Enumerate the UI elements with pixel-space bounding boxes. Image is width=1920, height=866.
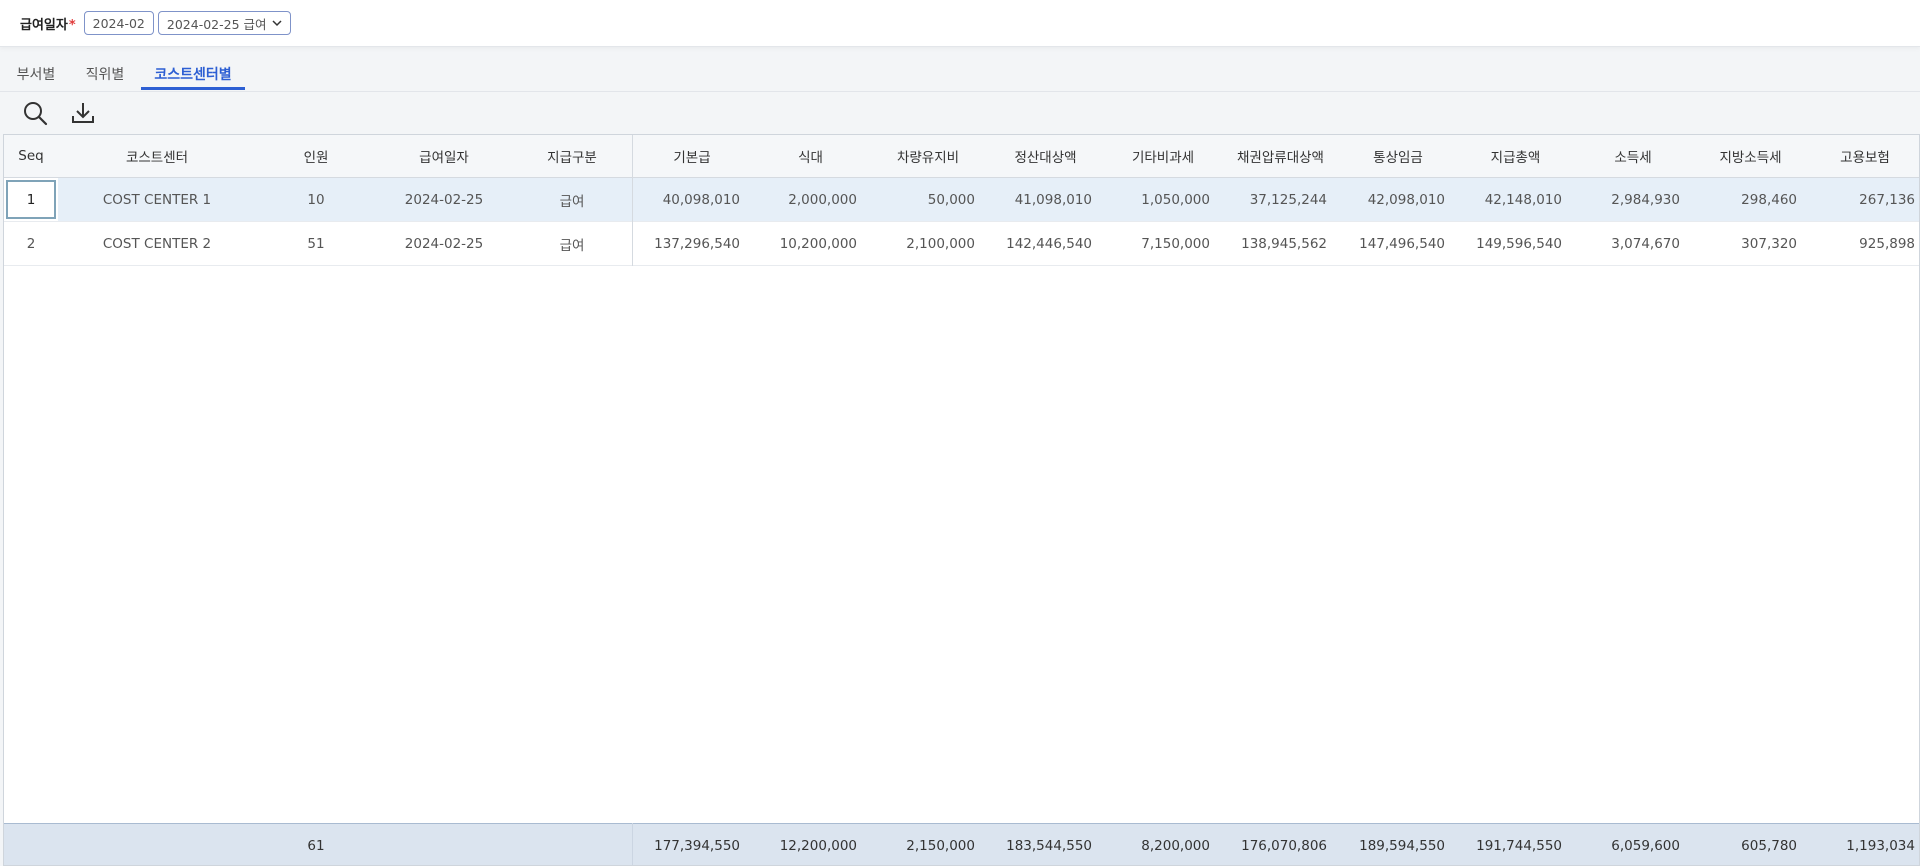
tab-by-department[interactable]: 부서별 <box>14 62 58 90</box>
tab-by-cost-center[interactable]: 코스트센터별 <box>141 62 245 90</box>
col-header-base-pay[interactable]: 기본급 <box>632 135 752 177</box>
total-settlement: 183,544,550 <box>1006 838 1092 854</box>
cell-total-pay[interactable]: 149,596,540 <box>1457 222 1574 265</box>
cell-other-nontax[interactable]: 7,150,000 <box>1104 222 1222 265</box>
cell-headcount[interactable]: 10 <box>256 178 376 221</box>
col-header-income-tax[interactable]: 소득세 <box>1574 135 1692 177</box>
total-other-nontax: 8,200,000 <box>1141 838 1210 854</box>
pay-month-value: 2024-02 <box>92 15 145 31</box>
table-row[interactable]: 2 COST CENTER 2 51 2024-02-25 급여 137,296… <box>4 222 1919 266</box>
cell-local-tax[interactable]: 298,460 <box>1692 178 1809 221</box>
col-header-ordinary-wage[interactable]: 통상임금 <box>1339 135 1457 177</box>
col-header-employment-ins[interactable]: 고용보험 <box>1809 135 1919 177</box>
total-vehicle: 2,150,000 <box>906 838 975 854</box>
col-header-cost-center[interactable]: 코스트센터 <box>58 135 256 177</box>
cell-base-pay[interactable]: 137,296,540 <box>632 222 752 265</box>
cell-base-pay[interactable]: 40,098,010 <box>632 178 752 221</box>
pay-month-input[interactable]: 2024-02 <box>83 11 154 35</box>
col-header-other-nontax[interactable]: 기타비과세 <box>1104 135 1222 177</box>
tab-bar: 부서별 직위별 코스트센터별 <box>0 58 1920 92</box>
cell-ordinary-wage[interactable]: 147,496,540 <box>1339 222 1457 265</box>
download-button[interactable] <box>68 100 98 130</box>
cell-garnish[interactable]: 37,125,244 <box>1222 178 1339 221</box>
cell-pay-type[interactable]: 급여 <box>512 178 632 221</box>
pay-run-value: 2024-02-25 급여 <box>166 16 267 32</box>
col-header-settlement[interactable]: 정산대상액 <box>987 135 1104 177</box>
col-header-pay-date[interactable]: 급여일자 <box>376 135 512 177</box>
total-base-pay: 177,394,550 <box>654 838 740 854</box>
cell-pay-date[interactable]: 2024-02-25 <box>376 222 512 265</box>
pay-run-select[interactable]: 2024-02-25 급여 <box>157 11 291 35</box>
cell-income-tax[interactable]: 3,074,670 <box>1574 222 1692 265</box>
cell-vehicle[interactable]: 2,100,000 <box>869 222 987 265</box>
col-header-garnish[interactable]: 채권압류대상액 <box>1222 135 1339 177</box>
total-employment-ins: 1,193,034 <box>1846 838 1915 854</box>
table-row[interactable]: 1 COST CENTER 1 10 2024-02-25 급여 40,098,… <box>4 178 1919 222</box>
summary-row: 61 177,394,550 12,200,000 2,150,000 183,… <box>4 823 1919 865</box>
cell-cost-center[interactable]: COST CENTER 2 <box>58 222 256 265</box>
cell-other-nontax[interactable]: 1,050,000 <box>1104 178 1222 221</box>
total-income-tax: 6,059,600 <box>1611 838 1680 854</box>
cell-pay-type[interactable]: 급여 <box>512 222 632 265</box>
cell-settlement[interactable]: 142,446,540 <box>987 222 1104 265</box>
col-header-seq[interactable]: Seq <box>4 135 58 177</box>
search-button[interactable] <box>20 100 50 130</box>
total-garnish: 176,070,806 <box>1241 838 1327 854</box>
required-mark: * <box>68 17 76 33</box>
filter-bar: 급여일자* 2024-02 2024-02-25 급여 <box>0 0 1920 47</box>
total-local-tax: 605,780 <box>1741 838 1797 854</box>
cell-seq[interactable]: 1 <box>4 178 58 221</box>
cell-ordinary-wage[interactable]: 42,098,010 <box>1339 178 1457 221</box>
col-header-vehicle[interactable]: 차량유지비 <box>869 135 987 177</box>
cell-settlement[interactable]: 41,098,010 <box>987 178 1104 221</box>
col-header-local-tax[interactable]: 지방소득세 <box>1692 135 1809 177</box>
download-icon <box>70 100 96 130</box>
cost-center-grid: Seq 코스트센터 인원 급여일자 지급구분 기본급 식대 차량유지비 정산대상… <box>3 134 1920 866</box>
total-meal: 12,200,000 <box>779 838 857 854</box>
cell-income-tax[interactable]: 2,984,930 <box>1574 178 1692 221</box>
pay-date-label: 급여일자* <box>20 17 76 33</box>
toolbar <box>0 94 1920 134</box>
cell-employment-ins[interactable]: 925,898 <box>1809 222 1919 265</box>
total-headcount: 61 <box>307 838 325 854</box>
col-header-pay-type[interactable]: 지급구분 <box>512 135 632 177</box>
grid-header: Seq 코스트센터 인원 급여일자 지급구분 기본급 식대 차량유지비 정산대상… <box>4 135 1919 178</box>
search-icon <box>22 100 48 130</box>
total-ordinary-wage: 189,594,550 <box>1359 838 1445 854</box>
cell-total-pay[interactable]: 42,148,010 <box>1457 178 1574 221</box>
cell-garnish[interactable]: 138,945,562 <box>1222 222 1339 265</box>
frozen-column-divider <box>632 135 633 266</box>
cell-pay-date[interactable]: 2024-02-25 <box>376 178 512 221</box>
cell-meal[interactable]: 10,200,000 <box>752 222 869 265</box>
cell-meal[interactable]: 2,000,000 <box>752 178 869 221</box>
tab-by-position[interactable]: 직위별 <box>80 62 130 90</box>
cell-employment-ins[interactable]: 267,136 <box>1809 178 1919 221</box>
cell-headcount[interactable]: 51 <box>256 222 376 265</box>
frozen-column-divider <box>632 823 633 865</box>
total-total-pay: 191,744,550 <box>1476 838 1562 854</box>
chevron-down-icon <box>271 17 282 30</box>
cell-local-tax[interactable]: 307,320 <box>1692 222 1809 265</box>
col-header-headcount[interactable]: 인원 <box>256 135 376 177</box>
col-header-meal[interactable]: 식대 <box>752 135 869 177</box>
cell-vehicle[interactable]: 50,000 <box>869 178 987 221</box>
cell-cost-center[interactable]: COST CENTER 1 <box>58 178 256 221</box>
col-header-total-pay[interactable]: 지급총액 <box>1457 135 1574 177</box>
cell-seq[interactable]: 2 <box>4 222 58 265</box>
